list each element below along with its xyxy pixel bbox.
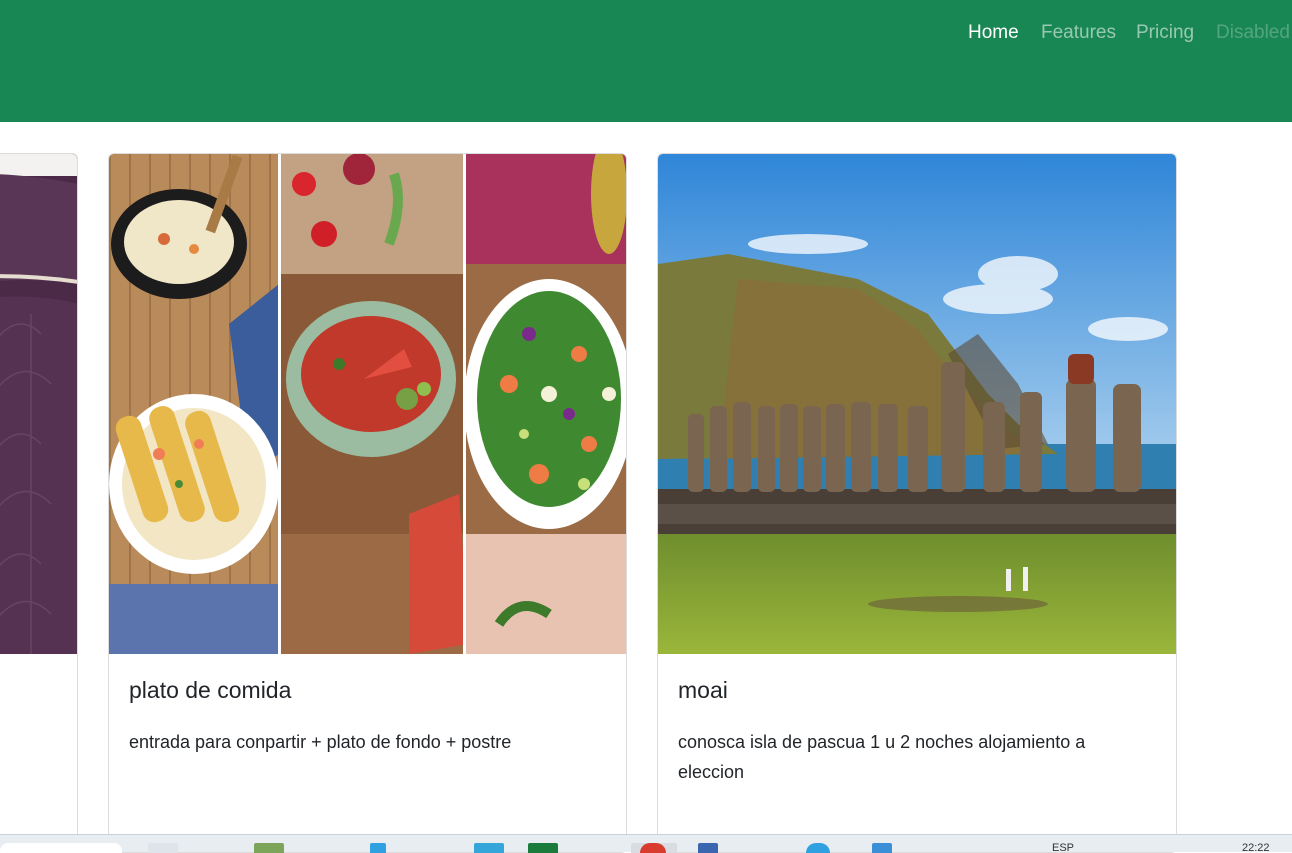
card-title: plato de comida: [129, 677, 292, 703]
taskbar-app-icon[interactable]: [528, 843, 558, 853]
nav-link-pricing[interactable]: Pricing: [1136, 21, 1194, 45]
taskbar-app-icon[interactable]: [872, 843, 892, 853]
taskbar-search-box[interactable]: [0, 843, 122, 853]
card-plato-de-comida[interactable]: plato de comida entrada para conpartir +…: [108, 153, 627, 853]
card-text: conosca isla de pascua 1 u 2 noches aloj…: [678, 732, 1086, 782]
card-title: moai: [678, 677, 728, 703]
taskbar-app-icon[interactable]: [806, 843, 830, 853]
card-image-quilt: [0, 154, 77, 654]
task-view-icon[interactable]: [148, 843, 178, 853]
card-quilt[interactable]: [0, 153, 78, 853]
navbar: Home Features Pricing Disabled: [0, 0, 1292, 122]
windows-taskbar: ESP 22:22: [0, 834, 1292, 853]
chrome-icon: [640, 843, 666, 853]
nav-link-home[interactable]: Home: [968, 21, 1019, 45]
card-text: entrada para conpartir + plato de fondo …: [129, 732, 512, 752]
taskbar-app-icon[interactable]: [698, 843, 718, 853]
taskbar-app-icon[interactable]: [474, 843, 504, 853]
card-moai[interactable]: moai conosca isla de pascua 1 u 2 noches…: [657, 153, 1177, 853]
card-image-food: [109, 154, 626, 654]
taskbar-app-icon[interactable]: [254, 843, 284, 853]
nav-link-disabled: Disabled: [1216, 22, 1290, 43]
taskbar-app-icon[interactable]: [370, 843, 386, 853]
nav-link-features[interactable]: Features: [1041, 21, 1116, 45]
card-image-moai: [658, 154, 1176, 654]
